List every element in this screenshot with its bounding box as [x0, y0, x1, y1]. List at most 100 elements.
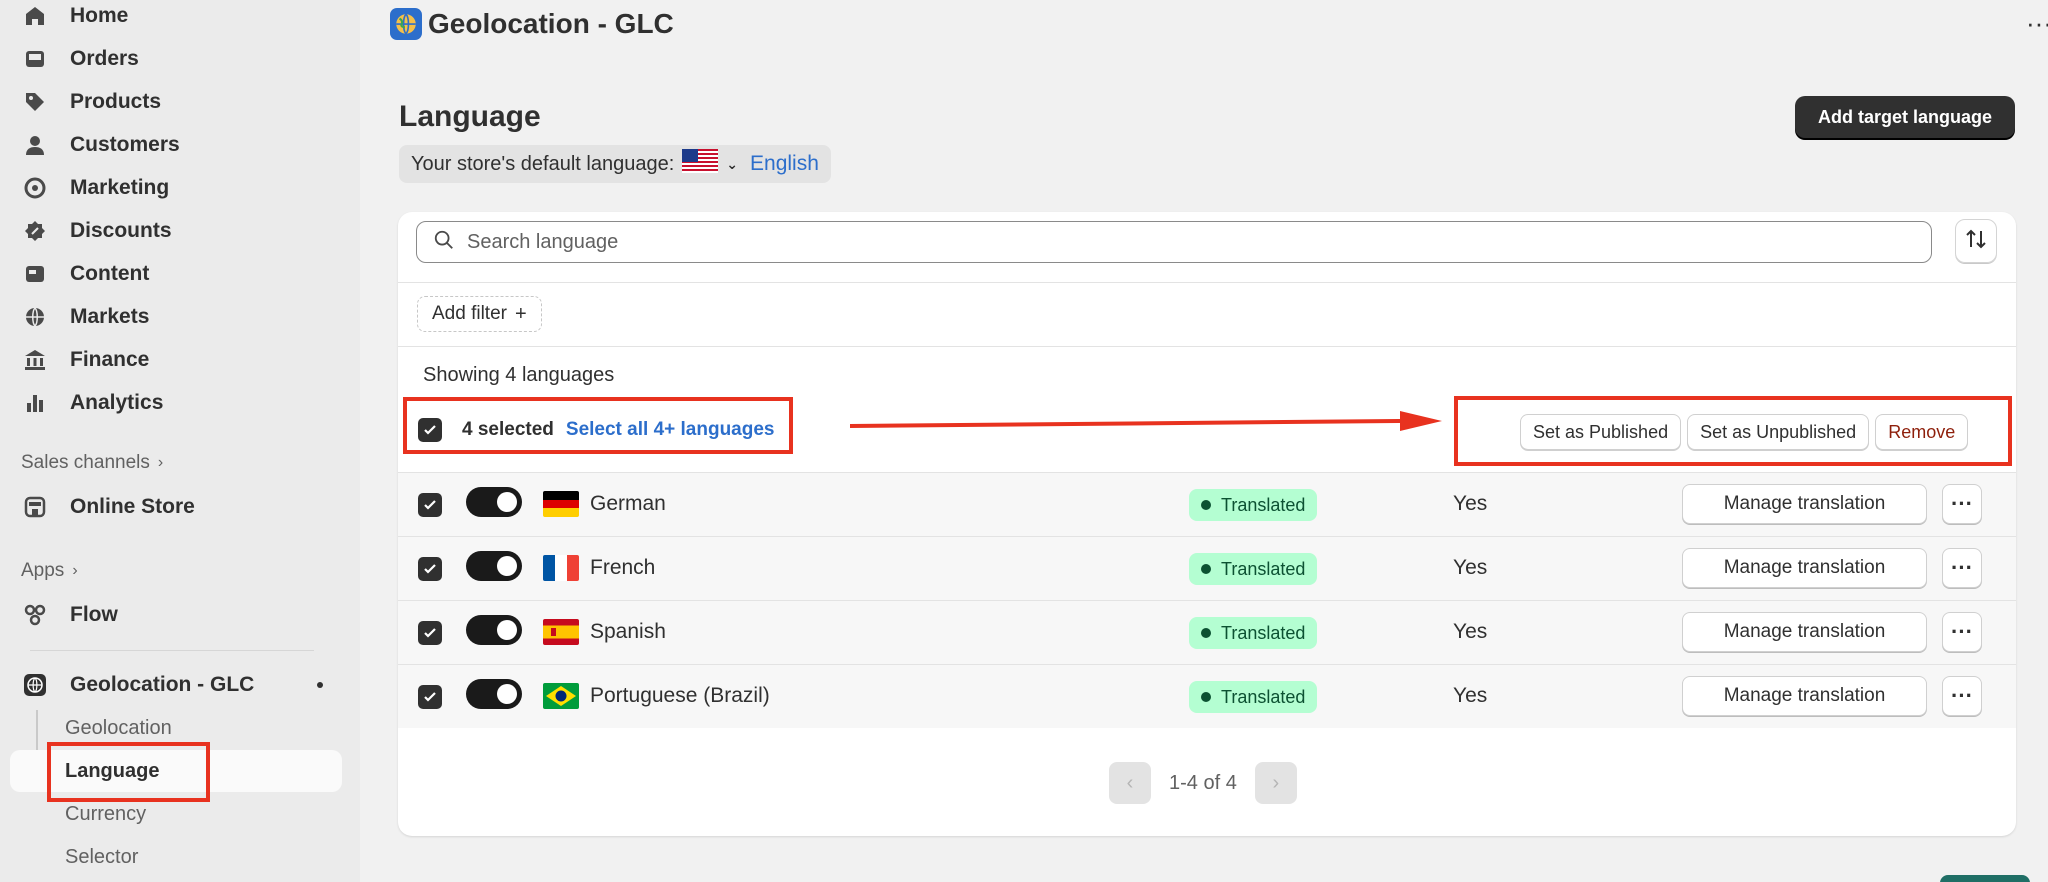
sidebar-item-label: Discounts	[70, 219, 172, 242]
annotation-box-selection	[403, 397, 793, 454]
row-checkbox[interactable]	[418, 621, 442, 645]
add-target-language-button[interactable]: Add target language	[1795, 96, 2015, 138]
status-badge: Translated	[1189, 553, 1318, 585]
table-row[interactable]: French Translated Yes Manage translation…	[398, 536, 2016, 600]
search-field[interactable]	[416, 221, 1932, 263]
more-actions-icon[interactable]: ···	[1942, 484, 1982, 524]
sidebar-item-label: Geolocation - GLC	[70, 673, 255, 696]
sidebar-item-geolocation-app[interactable]: Geolocation - GLC	[10, 664, 342, 706]
sidebar-item-flow[interactable]: Flow	[10, 594, 342, 636]
add-filter-button[interactable]: Add filter +	[417, 296, 542, 332]
app-title: Geolocation - GLC	[428, 8, 674, 39]
sidebar-item-online-store[interactable]: Online Store	[10, 486, 342, 528]
manage-translation-button[interactable]: Manage translation	[1682, 484, 1927, 524]
discount-icon	[22, 218, 48, 244]
divider	[398, 282, 2016, 283]
home-icon	[22, 3, 48, 29]
sidebar-item-finance[interactable]: Finance	[10, 339, 342, 381]
status-badge: Translated	[1189, 681, 1318, 713]
next-page-icon[interactable]: ›	[1254, 762, 1297, 804]
sidebar-item-label: Markets	[70, 305, 150, 328]
sidebar-item-analytics[interactable]: Analytics	[10, 382, 342, 424]
table-row[interactable]: Spanish Translated Yes Manage translatio…	[398, 600, 2016, 664]
status-dot-icon	[1201, 500, 1211, 510]
sidebar-item-orders[interactable]: Orders	[10, 38, 342, 80]
inbox-icon	[22, 46, 48, 72]
sidebar-item-content[interactable]: Content	[10, 253, 342, 295]
spain-flag-icon	[543, 619, 579, 645]
plus-icon: +	[514, 302, 527, 325]
sidebar-item-markets[interactable]: Markets	[10, 296, 342, 338]
sidebar-item-discounts[interactable]: Discounts	[10, 210, 342, 252]
bank-icon	[22, 347, 48, 373]
apps-heading[interactable]: Apps ›	[21, 560, 78, 582]
chevron-down-icon[interactable]: ⌄	[726, 156, 738, 173]
search-input[interactable]	[467, 230, 1867, 254]
add-filter-label: Add filter	[432, 303, 507, 324]
default-language-selector[interactable]: Your store's default language: ⌄ English	[399, 145, 831, 183]
apps-label: Apps	[21, 560, 65, 581]
storefront-icon	[22, 494, 48, 520]
sidebar-item-marketing[interactable]: Marketing	[10, 167, 342, 209]
sidebar-item-label: Online Store	[70, 495, 195, 518]
content-icon	[22, 261, 48, 287]
search-icon	[433, 229, 455, 256]
manage-translation-button[interactable]: Manage translation	[1682, 676, 1927, 716]
sales-channels-heading[interactable]: Sales channels ›	[21, 452, 163, 474]
annotation-arrow-icon	[850, 411, 1442, 431]
status-label: Translated	[1221, 558, 1306, 579]
published-value: Yes	[1453, 556, 1488, 579]
more-actions-icon[interactable]: ···	[1942, 612, 1982, 652]
publish-toggle[interactable]	[466, 615, 522, 645]
manage-translation-button[interactable]: Manage translation	[1682, 548, 1927, 588]
publish-toggle[interactable]	[466, 487, 522, 517]
row-checkbox[interactable]	[418, 685, 442, 709]
languages-card: Add filter + Showing 4 languages 4 selec…	[398, 212, 2016, 836]
sidebar-item-home[interactable]: Home	[10, 0, 342, 37]
person-icon	[22, 132, 48, 158]
sidebar-item-customers[interactable]: Customers	[10, 124, 342, 166]
sidebar-subitem-selector[interactable]: Selector	[10, 836, 342, 878]
bar-chart-icon	[22, 390, 48, 416]
pin-dot-icon	[317, 682, 323, 688]
status-badge: Translated	[1189, 489, 1318, 521]
manage-translation-button[interactable]: Manage translation	[1682, 612, 1927, 652]
language-name: French	[590, 556, 656, 579]
table-row[interactable]: German Translated Yes Manage translation…	[398, 472, 2016, 536]
table-row[interactable]: Portuguese (Brazil) Translated Yes Manag…	[398, 664, 2016, 728]
publish-toggle[interactable]	[466, 679, 522, 709]
default-language-label: Your store's default language:	[411, 152, 675, 175]
sidebar-item-label: Content	[70, 262, 150, 285]
brazil-flag-icon	[543, 683, 579, 709]
ellipsis-icon[interactable]: ···	[2026, 8, 2048, 39]
sidebar-item-label: Products	[70, 90, 162, 113]
language-name: Spanish	[590, 620, 666, 643]
more-actions-icon[interactable]: ···	[1942, 676, 1982, 716]
row-checkbox[interactable]	[418, 557, 442, 581]
language-name: German	[590, 492, 666, 515]
status-label: Translated	[1221, 622, 1306, 643]
default-language-link[interactable]: English	[750, 152, 819, 176]
app-logo-icon	[390, 8, 422, 40]
flow-icon	[22, 602, 48, 628]
more-actions-icon[interactable]: ···	[1942, 548, 1982, 588]
chevron-right-icon: ›	[157, 454, 164, 471]
sort-button[interactable]	[1955, 219, 1997, 263]
row-checkbox[interactable]	[418, 493, 442, 517]
germany-flag-icon	[543, 491, 579, 517]
published-value: Yes	[1453, 492, 1488, 515]
publish-toggle[interactable]	[466, 551, 522, 581]
corner-element	[1940, 875, 2030, 882]
status-dot-icon	[1201, 692, 1211, 702]
sidebar-item-label: Home	[70, 4, 129, 27]
app-header: Geolocation - GLC	[390, 6, 674, 42]
pagination-label: 1-4 of 4	[1169, 771, 1237, 794]
sidebar-item-products[interactable]: Products	[10, 81, 342, 123]
divider	[398, 346, 2016, 347]
globe-icon	[22, 304, 48, 330]
status-label: Translated	[1221, 494, 1306, 515]
sort-arrows-icon	[1964, 227, 1988, 256]
prev-page-icon[interactable]: ‹	[1109, 762, 1151, 804]
app-globe-icon	[22, 672, 48, 698]
sidebar-item-label: Orders	[70, 47, 139, 70]
